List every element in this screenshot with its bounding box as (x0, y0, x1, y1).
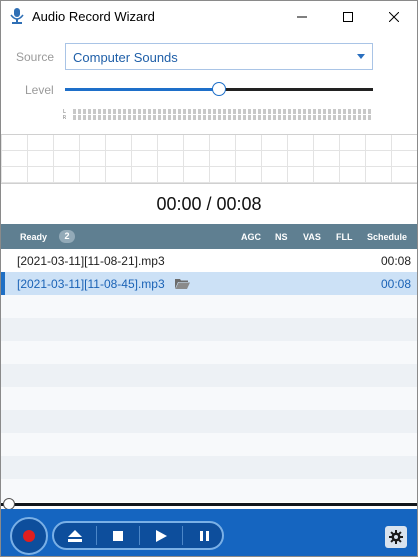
stop-button[interactable] (97, 525, 139, 546)
file-name: [2021-03-11][11-08-21].mp3 (17, 254, 165, 268)
list-row-empty (1, 410, 417, 433)
title-bar: Audio Record Wizard (1, 1, 417, 32)
level-slider-filled[interactable] (65, 88, 215, 91)
level-meter-right (73, 115, 373, 120)
list-item-selected[interactable]: [2021-03-11][11-08-45].mp3 00:08 (1, 272, 417, 295)
record-icon (23, 530, 35, 542)
window-title: Audio Record Wizard (32, 9, 155, 24)
eject-button[interactable] (54, 525, 96, 546)
count-badge: 2 (59, 230, 75, 243)
spectrum-grid (1, 134, 417, 184)
list-row-empty (1, 364, 417, 387)
seek-bar[interactable] (1, 503, 417, 506)
level-slider-thumb[interactable] (212, 82, 226, 96)
minimize-button[interactable] (279, 1, 325, 32)
record-button[interactable] (10, 517, 48, 555)
minimize-icon (297, 16, 307, 17)
level-label: Level (25, 83, 54, 97)
close-icon (389, 11, 399, 22)
list-header: Ready 2 AGC NS VAS FLL Schedule (1, 224, 417, 249)
file-duration: 00:08 (380, 277, 411, 291)
playback-toolbar (1, 509, 417, 556)
stop-icon (113, 530, 123, 541)
meter-channel-labels: L R (63, 109, 66, 121)
folder-icon[interactable] (175, 278, 190, 289)
pause-button[interactable] (183, 525, 225, 546)
list-row-empty (1, 318, 417, 341)
transport-controls (52, 521, 224, 550)
source-select[interactable]: Computer Sounds (65, 43, 373, 70)
meter-right-label: R (63, 115, 67, 121)
gear-icon (389, 530, 403, 544)
maximize-button[interactable] (325, 1, 371, 32)
status-label: Ready (20, 232, 48, 242)
list-item[interactable]: [2021-03-11][11-08-21].mp3 00:08 (1, 249, 417, 272)
timer-display: 00:00 / 00:08 (156, 194, 262, 214)
play-button[interactable] (140, 525, 182, 546)
column-schedule[interactable]: Schedule (367, 232, 407, 242)
chevron-down-icon (357, 54, 365, 59)
source-label: Source (16, 50, 55, 64)
list-row-empty (1, 456, 417, 479)
microphone-icon (10, 8, 24, 24)
source-select-value: Computer Sounds (73, 50, 178, 65)
close-button[interactable] (371, 1, 417, 32)
list-row-empty (1, 295, 417, 318)
column-ns[interactable]: NS (275, 232, 288, 242)
pause-icon (199, 530, 209, 541)
eject-icon (68, 529, 82, 542)
list-row-empty (1, 341, 417, 364)
recordings-list: [2021-03-11][11-08-21].mp3 00:08 [2021-0… (1, 249, 417, 502)
list-row-empty (1, 433, 417, 456)
list-row-empty (1, 479, 417, 502)
level-meter-left (73, 109, 373, 114)
file-name: [2021-03-11][11-08-45].mp3 (17, 277, 165, 291)
column-agc[interactable]: AGC (241, 232, 261, 242)
level-slider-track[interactable] (223, 88, 373, 91)
maximize-icon (343, 11, 353, 22)
audio-record-wizard-window: Audio Record Wizard Source Computer Soun… (0, 0, 418, 557)
column-fll[interactable]: FLL (336, 232, 353, 242)
play-icon (155, 529, 167, 542)
file-duration: 00:08 (380, 254, 411, 268)
list-row-empty (1, 387, 417, 410)
settings-button[interactable] (385, 526, 407, 548)
column-vas[interactable]: VAS (303, 232, 321, 242)
